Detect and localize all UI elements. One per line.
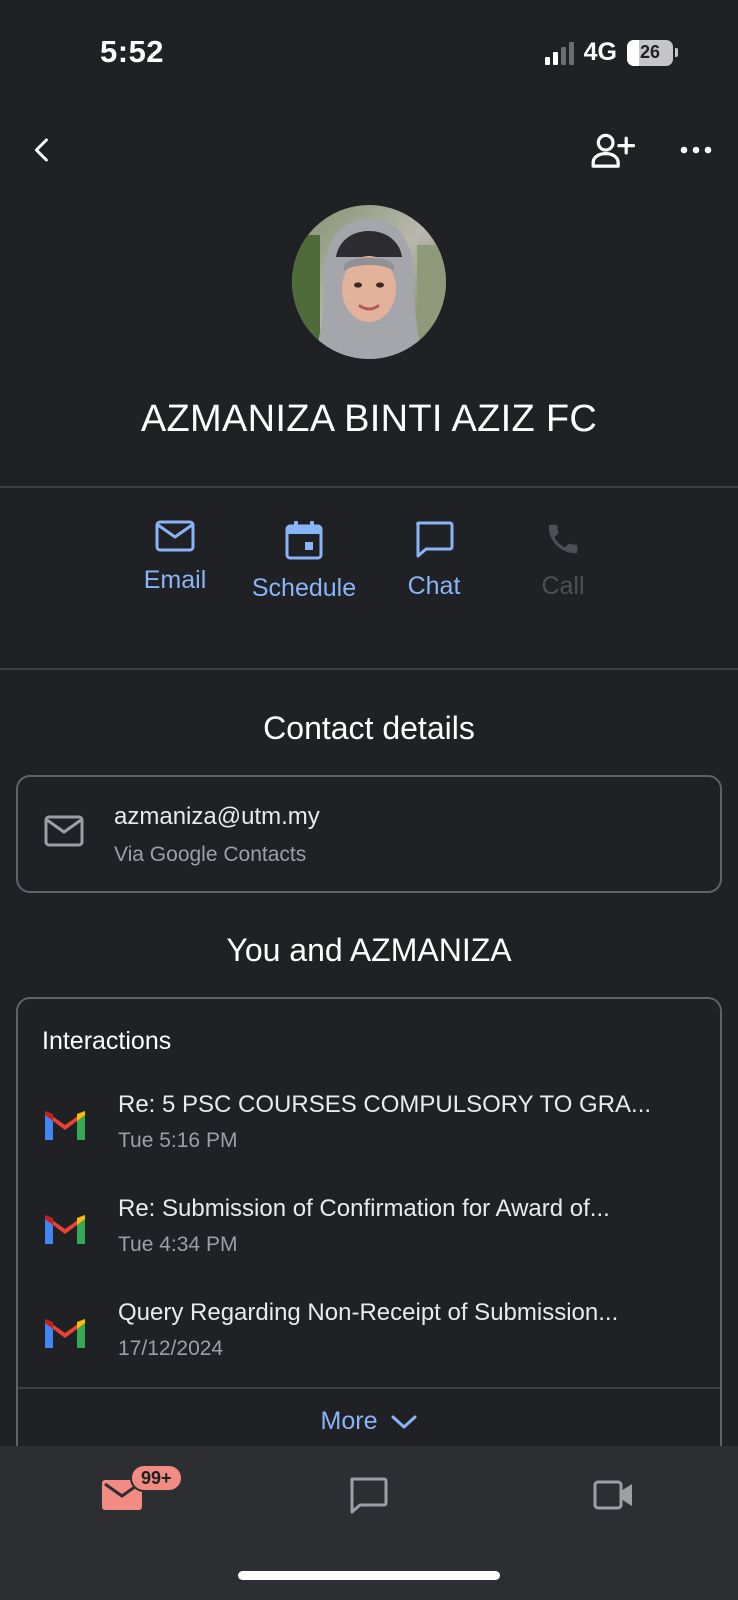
schedule-action-label: Schedule bbox=[251, 574, 357, 602]
chevron-down-icon bbox=[391, 1415, 417, 1428]
interaction-subject: Re: Submission of Confirmation for Award… bbox=[118, 1195, 610, 1222]
chevron-left-icon bbox=[34, 138, 48, 162]
status-bar: 5:52 4G 26 bbox=[0, 0, 738, 110]
contact-details-title: Contact details bbox=[263, 710, 475, 746]
interaction-date: Tue 4:34 PM bbox=[118, 1233, 238, 1256]
divider bbox=[18, 1387, 720, 1389]
mail-icon bbox=[44, 815, 84, 847]
contact-avatar bbox=[292, 205, 446, 359]
interaction-item[interactable]: Re: 5 PSC COURSES COMPULSORY TO GRA... T… bbox=[18, 1087, 720, 1177]
call-action-label: Call bbox=[541, 572, 585, 600]
interactions-card: Interactions Re: 5 PSC COURSES COMPULSOR… bbox=[16, 997, 722, 1457]
gmail-icon bbox=[45, 1111, 85, 1140]
interaction-item[interactable]: Query Regarding Non-Receipt of Submissio… bbox=[18, 1295, 720, 1385]
more-label: More bbox=[320, 1407, 378, 1435]
interaction-date: Tue 5:16 PM bbox=[118, 1129, 238, 1152]
more-interactions-button[interactable]: More bbox=[18, 1407, 720, 1436]
status-indicators: 4G 26 bbox=[544, 38, 678, 67]
more-horizontal-icon bbox=[680, 146, 712, 154]
contact-email: azmaniza@utm.my bbox=[114, 803, 320, 830]
divider bbox=[0, 668, 738, 670]
mail-unread-badge: 99+ bbox=[130, 1464, 183, 1492]
home-indicator bbox=[238, 1571, 500, 1580]
calendar-icon bbox=[285, 521, 323, 560]
interaction-subject: Re: 5 PSC COURSES COMPULSORY TO GRA... bbox=[118, 1091, 652, 1118]
gmail-icon bbox=[45, 1319, 85, 1348]
back-button[interactable] bbox=[14, 122, 70, 178]
interaction-subject: Query Regarding Non-Receipt of Submissio… bbox=[118, 1299, 619, 1326]
video-icon bbox=[593, 1480, 632, 1510]
gmail-icon bbox=[45, 1215, 85, 1244]
divider bbox=[0, 486, 738, 488]
add-contact-button[interactable] bbox=[585, 122, 641, 178]
person-add-icon bbox=[591, 133, 635, 168]
signal-icon bbox=[544, 41, 574, 65]
interaction-item[interactable]: Re: Submission of Confirmation for Award… bbox=[18, 1191, 720, 1281]
chat-action-label: Chat bbox=[407, 572, 461, 600]
battery-icon: 26 bbox=[627, 39, 678, 66]
phone-icon bbox=[548, 524, 578, 554]
network-type: 4G bbox=[583, 38, 617, 66]
quick-actions: Email Schedule Chat Call bbox=[0, 520, 738, 620]
top-app-bar bbox=[0, 120, 738, 180]
email-action-label: Email bbox=[143, 566, 207, 594]
interaction-date: 17/12/2024 bbox=[118, 1337, 224, 1360]
battery-level: 26 bbox=[639, 42, 661, 62]
contact-name: AZMANIZA BINTI AZIZ FC bbox=[140, 398, 598, 440]
chat-action-button[interactable]: Chat bbox=[369, 520, 499, 601]
nav-meet-button[interactable] bbox=[584, 1470, 644, 1520]
contact-email-card[interactable]: azmaniza@utm.my Via Google Contacts bbox=[16, 775, 722, 893]
chat-icon bbox=[350, 1477, 388, 1514]
nav-chat-button[interactable] bbox=[338, 1470, 398, 1520]
more-options-button[interactable] bbox=[668, 122, 724, 178]
status-time: 5:52 bbox=[100, 34, 165, 69]
you-and-title: You and AZMANIZA bbox=[226, 932, 512, 968]
interactions-heading: Interactions bbox=[42, 1027, 172, 1055]
schedule-action-button[interactable]: Schedule bbox=[239, 520, 369, 603]
chat-icon bbox=[416, 521, 454, 558]
call-action-button[interactable]: Call bbox=[498, 520, 628, 601]
email-action-button[interactable]: Email bbox=[110, 520, 240, 595]
contact-source: Via Google Contacts bbox=[114, 843, 307, 866]
mail-icon bbox=[155, 520, 195, 552]
